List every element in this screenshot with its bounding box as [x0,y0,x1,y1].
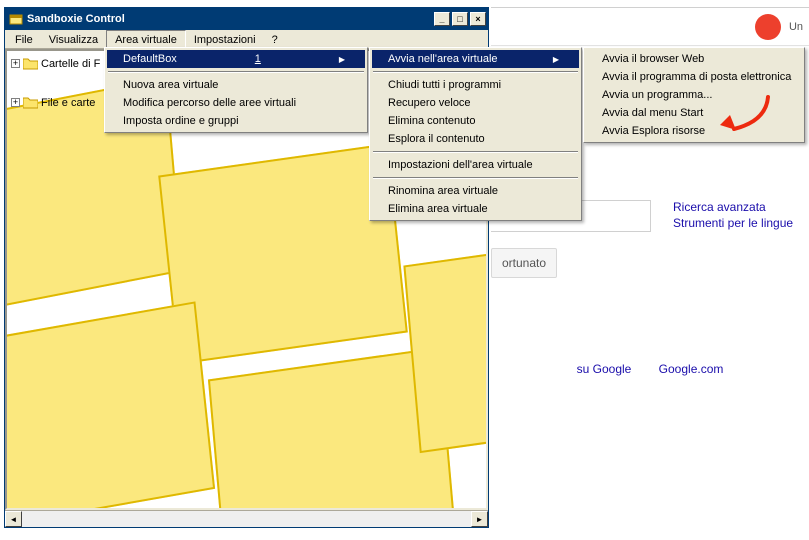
menu-delete-content[interactable]: Elimina contenuto [372,112,579,130]
menu-label: Modifica percorso delle aree virtuali [123,97,296,109]
menubar-settings[interactable]: Impostazioni [186,30,264,48]
menu-separator [108,71,364,73]
menu-label: DefaultBox [123,53,177,65]
titlebar[interactable]: Sandboxie Control _ □ × [5,8,488,30]
menu-label: Recupero veloce [388,97,471,109]
menu-label: Avvia il browser Web [602,53,704,65]
menu-label: Avvia nell'area virtuale [388,53,498,65]
menu-run-explorer[interactable]: Avvia Esplora risorse [586,122,802,140]
menu-run-browser[interactable]: Avvia il browser Web [586,50,802,68]
menu-accel: 1 [235,53,261,65]
folder-icon [23,96,38,109]
submenu-arrow-icon: ▶ [319,55,345,64]
menu-label: Avvia un programma... [602,89,712,101]
menu-separator [373,151,578,153]
tree-view[interactable]: + Cartelle di F + File e carte [11,55,100,133]
menu-label: Avvia Esplora risorse [602,125,705,137]
tree-row-folders[interactable]: + Cartelle di F [11,55,100,72]
menu-label: Impostazioni dell'area virtuale [388,159,533,171]
search-side-links: Ricerca avanzata Strumenti per le lingue [673,200,793,232]
footer-link-about[interactable]: su Google [577,362,632,376]
expand-icon[interactable]: + [11,59,20,68]
scroll-right-icon[interactable]: ► [471,511,488,527]
menu-label: Nuova area virtuale [123,79,218,91]
menu-label: Esplora il contenuto [388,133,485,145]
menu-new-sandbox[interactable]: Nuova area virtuale [107,76,365,94]
browser-toolbar: Un [491,8,809,46]
menu-defaultbox[interactable]: DefaultBox 1 ▶ [107,50,365,68]
submenu-arrow-icon: ▶ [533,55,559,64]
menubar-sandbox[interactable]: Area virtuale [106,30,186,48]
menu-explore-content[interactable]: Esplora il contenuto [372,130,579,148]
browser-avatar-icon [755,14,781,40]
scroll-track[interactable] [22,511,471,527]
tree-row-files[interactable]: + File e carte [11,94,100,111]
minimize-button[interactable]: _ [434,12,450,26]
menu-label: Elimina contenuto [388,115,475,127]
link-language-tools[interactable]: Strumenti per le lingue [673,216,793,230]
menu-label: Rinomina area virtuale [388,185,498,197]
horizontal-scrollbar[interactable]: ◄ ► [5,510,488,527]
menu-label: Elimina area virtuale [388,203,488,215]
defaultbox-submenu: Avvia nell'area virtuale ▶ Chiudi tutti … [369,47,582,221]
menubar-help[interactable]: ? [264,30,286,48]
menu-label: Imposta ordine e gruppi [123,115,239,127]
menubar-file[interactable]: File [7,30,41,48]
browser-footer-links: su Google Google.com [491,362,809,376]
window-title: Sandboxie Control [27,13,432,25]
scroll-left-icon[interactable]: ◄ [5,511,22,527]
tree-label: Cartelle di F [41,58,100,70]
menu-sandbox-settings[interactable]: Impostazioni dell'area virtuale [372,156,579,174]
maximize-button[interactable]: □ [452,12,468,26]
expand-icon[interactable]: + [11,98,20,107]
top-text-fragment: Un [789,21,803,33]
footer-link-googlecom[interactable]: Google.com [659,362,724,376]
lucky-button-fragment[interactable]: ortunato [491,248,557,278]
menu-label: Avvia il programma di posta elettronica [602,71,791,83]
menu-run-startmenu[interactable]: Avvia dal menu Start [586,104,802,122]
menubar-view[interactable]: Visualizza [41,30,106,48]
menu-rename-sandbox[interactable]: Rinomina area virtuale [372,182,579,200]
menu-run-in-sandbox[interactable]: Avvia nell'area virtuale ▶ [372,50,579,68]
folder-icon [23,57,38,70]
close-button[interactable]: × [470,12,486,26]
menu-order-groups[interactable]: Imposta ordine e gruppi [107,112,365,130]
menu-edit-path[interactable]: Modifica percorso delle aree virtuali [107,94,365,112]
link-advanced-search[interactable]: Ricerca avanzata [673,200,793,214]
tree-label: File e carte [41,97,95,109]
menu-close-all[interactable]: Chiudi tutti i programmi [372,76,579,94]
run-submenu: Avvia il browser Web Avvia il programma … [583,47,805,143]
menu-label: Chiudi tutti i programmi [388,79,501,91]
menu-delete-sandbox[interactable]: Elimina area virtuale [372,200,579,218]
menu-quick-recover[interactable]: Recupero veloce [372,94,579,112]
menu-separator [373,71,578,73]
menu-run-mail[interactable]: Avvia il programma di posta elettronica [586,68,802,86]
app-icon [9,12,23,26]
menu-label: Avvia dal menu Start [602,107,703,119]
menu-run-program[interactable]: Avvia un programma... [586,86,802,104]
sandbox-menu: DefaultBox 1 ▶ Nuova area virtuale Modif… [104,47,368,133]
menu-separator [373,177,578,179]
